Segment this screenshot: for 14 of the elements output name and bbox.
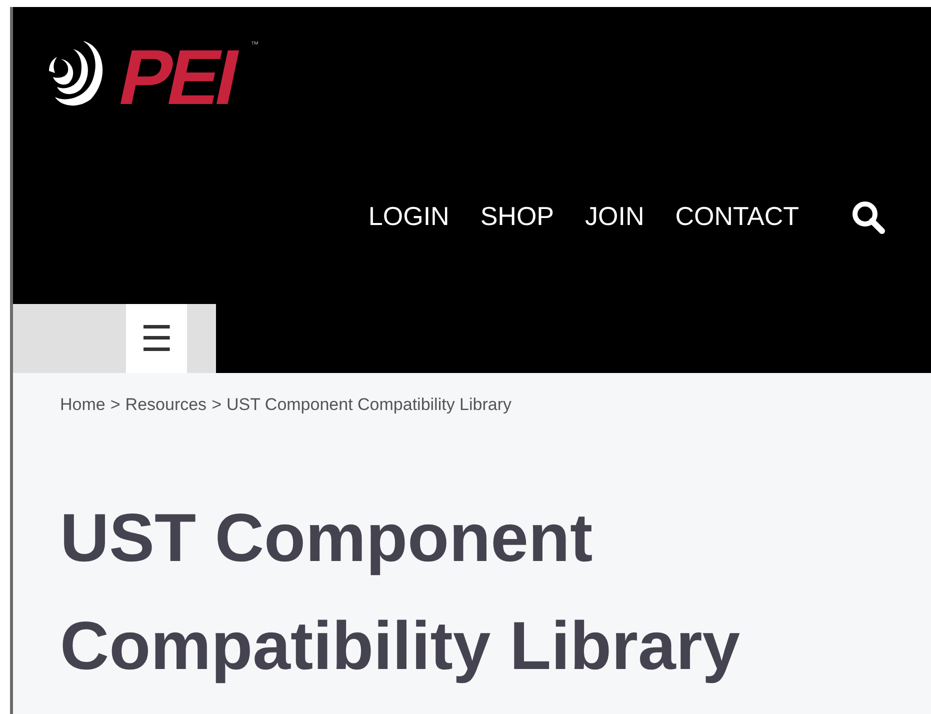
- trademark-mark: ™: [250, 39, 259, 51]
- nav-link[interactable]: SHOP: [480, 197, 554, 236]
- nav-link[interactable]: CONTACT: [675, 197, 799, 236]
- menu-button[interactable]: ☰: [126, 304, 187, 373]
- nav-link[interactable]: JOIN: [585, 197, 644, 236]
- breadcrumb-current: UST Component Compatibility Library: [226, 394, 512, 416]
- logo-wordmark[interactable]: PEI: [112, 37, 248, 117]
- nav-link[interactable]: LOGIN: [368, 197, 450, 236]
- search-icon[interactable]: [851, 200, 887, 234]
- breadcrumb-link[interactable]: Home: [60, 392, 106, 418]
- breadcrumb-separator: >: [110, 394, 120, 416]
- breadcrumb-separator: >: [212, 394, 222, 416]
- breadcrumb-link[interactable]: Resources: [125, 392, 207, 418]
- page-title: UST Component Compatibility Library: [60, 498, 742, 686]
